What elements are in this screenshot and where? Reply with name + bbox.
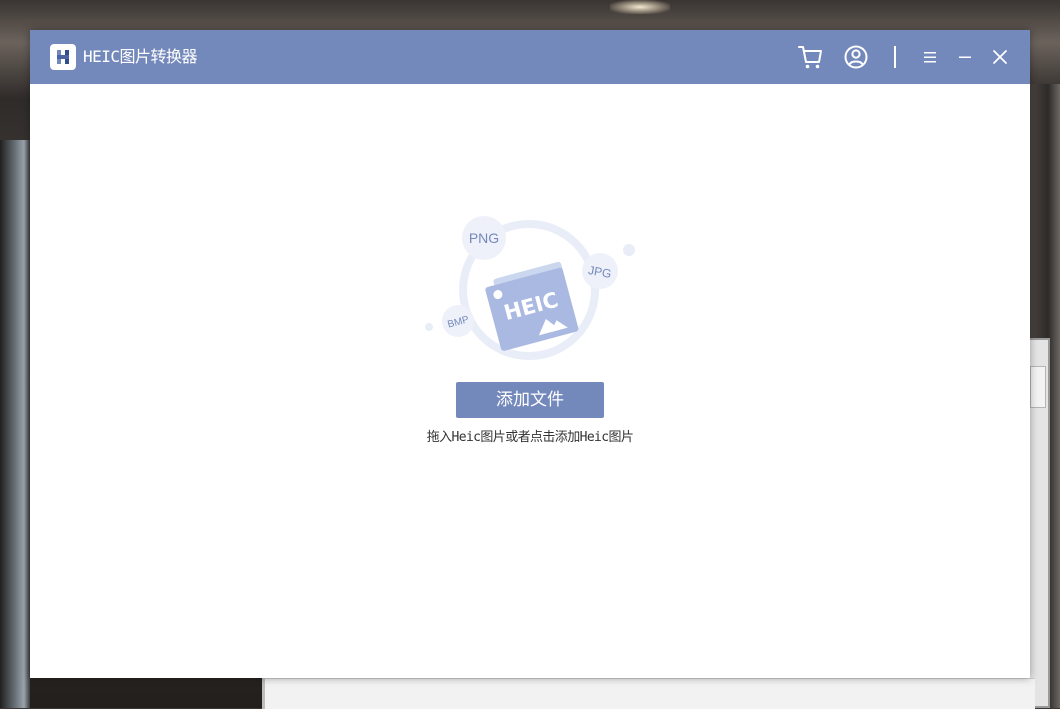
heic-image-card: HEIC — [485, 261, 579, 351]
heic-illustration: PNG JPG BMP HEIC — [425, 216, 635, 360]
logo-h-icon — [57, 50, 69, 64]
decor-dot — [425, 323, 433, 331]
close-icon — [993, 50, 1007, 64]
bmp-badge: BMP — [442, 305, 474, 337]
user-circle-icon — [844, 45, 868, 69]
svg-text:PNG: PNG — [469, 230, 499, 246]
close-button[interactable] — [984, 41, 1016, 73]
app-logo — [50, 44, 76, 70]
add-file-button[interactable]: 添加文件 — [456, 382, 604, 418]
account-button[interactable] — [840, 41, 872, 73]
title-bar[interactable]: HEIC图片转换器 — [30, 30, 1030, 84]
background-left-strip — [0, 140, 30, 708]
toolbar-separator — [894, 46, 896, 68]
jpg-badge: JPG — [582, 253, 618, 289]
decor-dot — [623, 244, 635, 256]
cart-icon — [798, 46, 822, 69]
menu-button[interactable] — [914, 41, 946, 73]
png-badge: PNG — [462, 216, 506, 260]
cart-button[interactable] — [794, 41, 826, 73]
background-lamp — [610, 0, 670, 14]
app-title: HEIC图片转换器 — [83, 47, 198, 66]
app-window: HEIC图片转换器 PNG JPG BMP HEIC 添加文件 拖入Heic图片… — [30, 30, 1030, 678]
drop-hint-text: 拖入Heic图片或者点击添加Heic图片 — [426, 430, 634, 445]
minimize-icon — [959, 56, 971, 58]
minimize-button[interactable] — [949, 41, 981, 73]
hamburger-menu-icon — [924, 52, 936, 63]
background-window-tab — [1030, 366, 1046, 408]
background-window-panel — [262, 678, 1035, 709]
drop-zone[interactable]: PNG JPG BMP HEIC 添加文件 拖入Heic图片或者点击添加Heic… — [30, 84, 1030, 678]
